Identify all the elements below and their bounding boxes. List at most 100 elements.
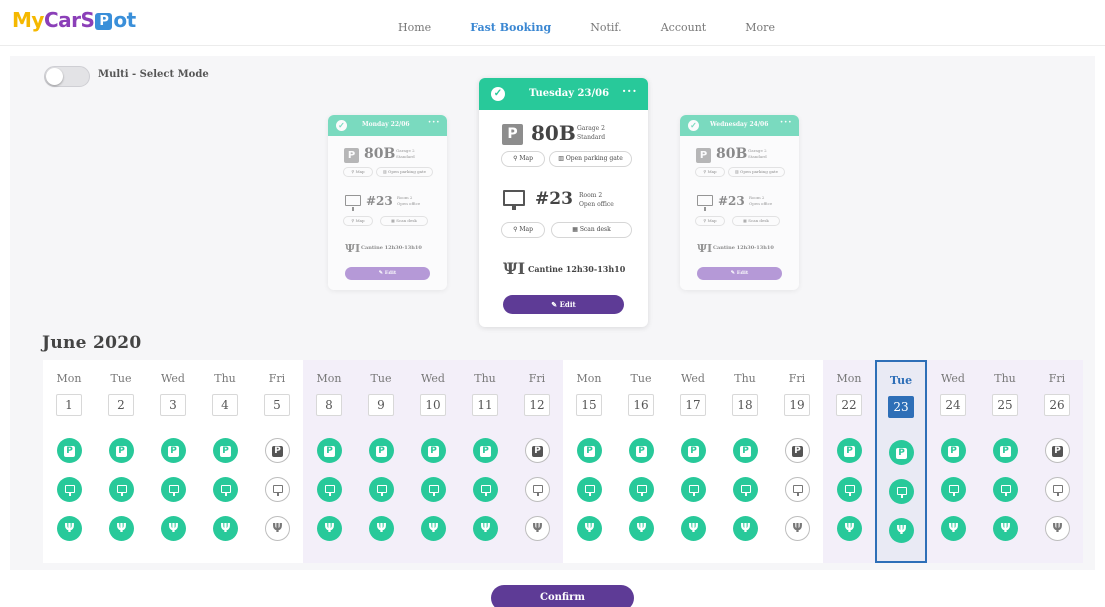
parking-map-button[interactable]: ⚲ Map bbox=[501, 151, 545, 167]
scan-desk-button[interactable]: ▦ Scan desk bbox=[551, 222, 632, 238]
edit-button[interactable]: ✎ Edit bbox=[345, 267, 430, 280]
cantine-status-icon[interactable]: Ψ bbox=[837, 516, 862, 541]
desk-status-icon[interactable] bbox=[837, 477, 862, 502]
desk-status-icon[interactable] bbox=[733, 477, 758, 502]
nav-notifications[interactable]: Notif. bbox=[590, 21, 621, 34]
day-number[interactable]: 9 bbox=[368, 394, 394, 416]
parking-status-icon[interactable]: P bbox=[785, 438, 810, 463]
parking-status-icon[interactable]: P bbox=[993, 438, 1018, 463]
calendar-day-16[interactable]: Tue 16 P Ψ bbox=[615, 360, 667, 563]
calendar-day-22[interactable]: Mon 22 P Ψ bbox=[823, 360, 875, 563]
desk-status-icon[interactable] bbox=[109, 477, 134, 502]
day-number[interactable]: 23 bbox=[888, 396, 914, 418]
desk-status-icon[interactable] bbox=[421, 477, 446, 502]
desk-status-icon[interactable] bbox=[993, 477, 1018, 502]
open-gate-button[interactable]: ▥ Open parking gate bbox=[728, 167, 785, 177]
scan-desk-button[interactable]: ▦ Scan desk bbox=[732, 216, 780, 226]
nav-more[interactable]: More bbox=[745, 21, 775, 34]
cantine-status-icon[interactable]: Ψ bbox=[265, 516, 290, 541]
day-number[interactable]: 5 bbox=[264, 394, 290, 416]
parking-status-icon[interactable]: P bbox=[941, 438, 966, 463]
cantine-status-icon[interactable]: Ψ bbox=[109, 516, 134, 541]
desk-status-icon[interactable] bbox=[213, 477, 238, 502]
day-number[interactable]: 3 bbox=[160, 394, 186, 416]
parking-status-icon[interactable]: P bbox=[681, 438, 706, 463]
parking-map-button[interactable]: ⚲ Map bbox=[343, 167, 373, 177]
parking-status-icon[interactable]: P bbox=[317, 438, 342, 463]
multi-select-toggle[interactable] bbox=[44, 66, 90, 87]
parking-status-icon[interactable]: P bbox=[525, 438, 550, 463]
open-gate-button[interactable]: ▥ Open parking gate bbox=[549, 151, 632, 167]
desk-status-icon[interactable] bbox=[473, 477, 498, 502]
cantine-status-icon[interactable]: Ψ bbox=[317, 516, 342, 541]
desk-status-icon[interactable] bbox=[161, 477, 186, 502]
parking-status-icon[interactable]: P bbox=[629, 438, 654, 463]
parking-status-icon[interactable]: P bbox=[889, 440, 914, 465]
calendar-day-17[interactable]: Wed 17 P Ψ bbox=[667, 360, 719, 563]
desk-status-icon[interactable] bbox=[57, 477, 82, 502]
edit-button[interactable]: ✎ Edit bbox=[503, 295, 624, 314]
calendar-day-24[interactable]: Wed 24 P Ψ bbox=[927, 360, 979, 563]
parking-status-icon[interactable]: P bbox=[421, 438, 446, 463]
card-menu-button[interactable]: ··· bbox=[780, 118, 792, 128]
cantine-status-icon[interactable]: Ψ bbox=[681, 516, 706, 541]
nav-fast-booking[interactable]: Fast Booking bbox=[470, 21, 551, 34]
cantine-status-icon[interactable]: Ψ bbox=[629, 516, 654, 541]
edit-button[interactable]: ✎ Edit bbox=[697, 267, 782, 280]
calendar-day-25[interactable]: Thu 25 P Ψ bbox=[979, 360, 1031, 563]
calendar-day-19[interactable]: Fri 19 P Ψ bbox=[771, 360, 823, 563]
day-number[interactable]: 12 bbox=[524, 394, 550, 416]
desk-status-icon[interactable] bbox=[785, 477, 810, 502]
day-number[interactable]: 16 bbox=[628, 394, 654, 416]
desk-map-button[interactable]: ⚲ Map bbox=[343, 216, 373, 226]
desk-status-icon[interactable] bbox=[889, 479, 914, 504]
scan-desk-button[interactable]: ▦ Scan desk bbox=[380, 216, 428, 226]
calendar-day-3[interactable]: Wed 3 P Ψ bbox=[147, 360, 199, 563]
calendar-day-10[interactable]: Wed 10 P Ψ bbox=[407, 360, 459, 563]
day-number[interactable]: 15 bbox=[576, 394, 602, 416]
booking-card-current[interactable]: ✓ Tuesday 23/06 ··· P 80B Garage 2 Stand… bbox=[479, 78, 648, 327]
desk-status-icon[interactable] bbox=[369, 477, 394, 502]
calendar-day-18[interactable]: Thu 18 P Ψ bbox=[719, 360, 771, 563]
nav-home[interactable]: Home bbox=[398, 21, 431, 34]
parking-map-button[interactable]: ⚲ Map bbox=[695, 167, 725, 177]
desk-map-button[interactable]: ⚲ Map bbox=[695, 216, 725, 226]
parking-status-icon[interactable]: P bbox=[369, 438, 394, 463]
day-number[interactable]: 8 bbox=[316, 394, 342, 416]
day-number[interactable]: 1 bbox=[56, 394, 82, 416]
day-number[interactable]: 19 bbox=[784, 394, 810, 416]
parking-status-icon[interactable]: P bbox=[265, 438, 290, 463]
parking-status-icon[interactable]: P bbox=[733, 438, 758, 463]
calendar-day-5[interactable]: Fri 5 P Ψ bbox=[251, 360, 303, 563]
desk-status-icon[interactable] bbox=[1045, 477, 1070, 502]
parking-status-icon[interactable]: P bbox=[1045, 438, 1070, 463]
calendar-day-9[interactable]: Tue 9 P Ψ bbox=[355, 360, 407, 563]
desk-status-icon[interactable] bbox=[317, 477, 342, 502]
parking-status-icon[interactable]: P bbox=[109, 438, 134, 463]
parking-status-icon[interactable]: P bbox=[577, 438, 602, 463]
desk-map-button[interactable]: ⚲ Map bbox=[501, 222, 545, 238]
cantine-status-icon[interactable]: Ψ bbox=[369, 516, 394, 541]
calendar-day-12[interactable]: Fri 12 P Ψ bbox=[511, 360, 563, 563]
day-number[interactable]: 25 bbox=[992, 394, 1018, 416]
booking-card-prev[interactable]: ✓ Monday 22/06 ··· P 80B Garage 2 Standa… bbox=[328, 115, 447, 290]
cantine-status-icon[interactable]: Ψ bbox=[577, 516, 602, 541]
calendar-day-11[interactable]: Thu 11 P Ψ bbox=[459, 360, 511, 563]
parking-status-icon[interactable]: P bbox=[837, 438, 862, 463]
desk-status-icon[interactable] bbox=[525, 477, 550, 502]
day-number[interactable]: 24 bbox=[940, 394, 966, 416]
cantine-status-icon[interactable]: Ψ bbox=[57, 516, 82, 541]
cantine-status-icon[interactable]: Ψ bbox=[421, 516, 446, 541]
cantine-status-icon[interactable]: Ψ bbox=[785, 516, 810, 541]
day-number[interactable]: 18 bbox=[732, 394, 758, 416]
day-number[interactable]: 10 bbox=[420, 394, 446, 416]
parking-status-icon[interactable]: P bbox=[213, 438, 238, 463]
app-logo[interactable]: MyCarS Pot bbox=[12, 8, 136, 32]
day-number[interactable]: 17 bbox=[680, 394, 706, 416]
cantine-status-icon[interactable]: Ψ bbox=[525, 516, 550, 541]
calendar-day-23[interactable]: Tue 23 P Ψ bbox=[875, 360, 927, 563]
calendar-day-8[interactable]: Mon 8 P Ψ bbox=[303, 360, 355, 563]
cantine-status-icon[interactable]: Ψ bbox=[889, 518, 914, 543]
calendar-day-1[interactable]: Mon 1 P Ψ bbox=[43, 360, 95, 563]
cantine-status-icon[interactable]: Ψ bbox=[993, 516, 1018, 541]
